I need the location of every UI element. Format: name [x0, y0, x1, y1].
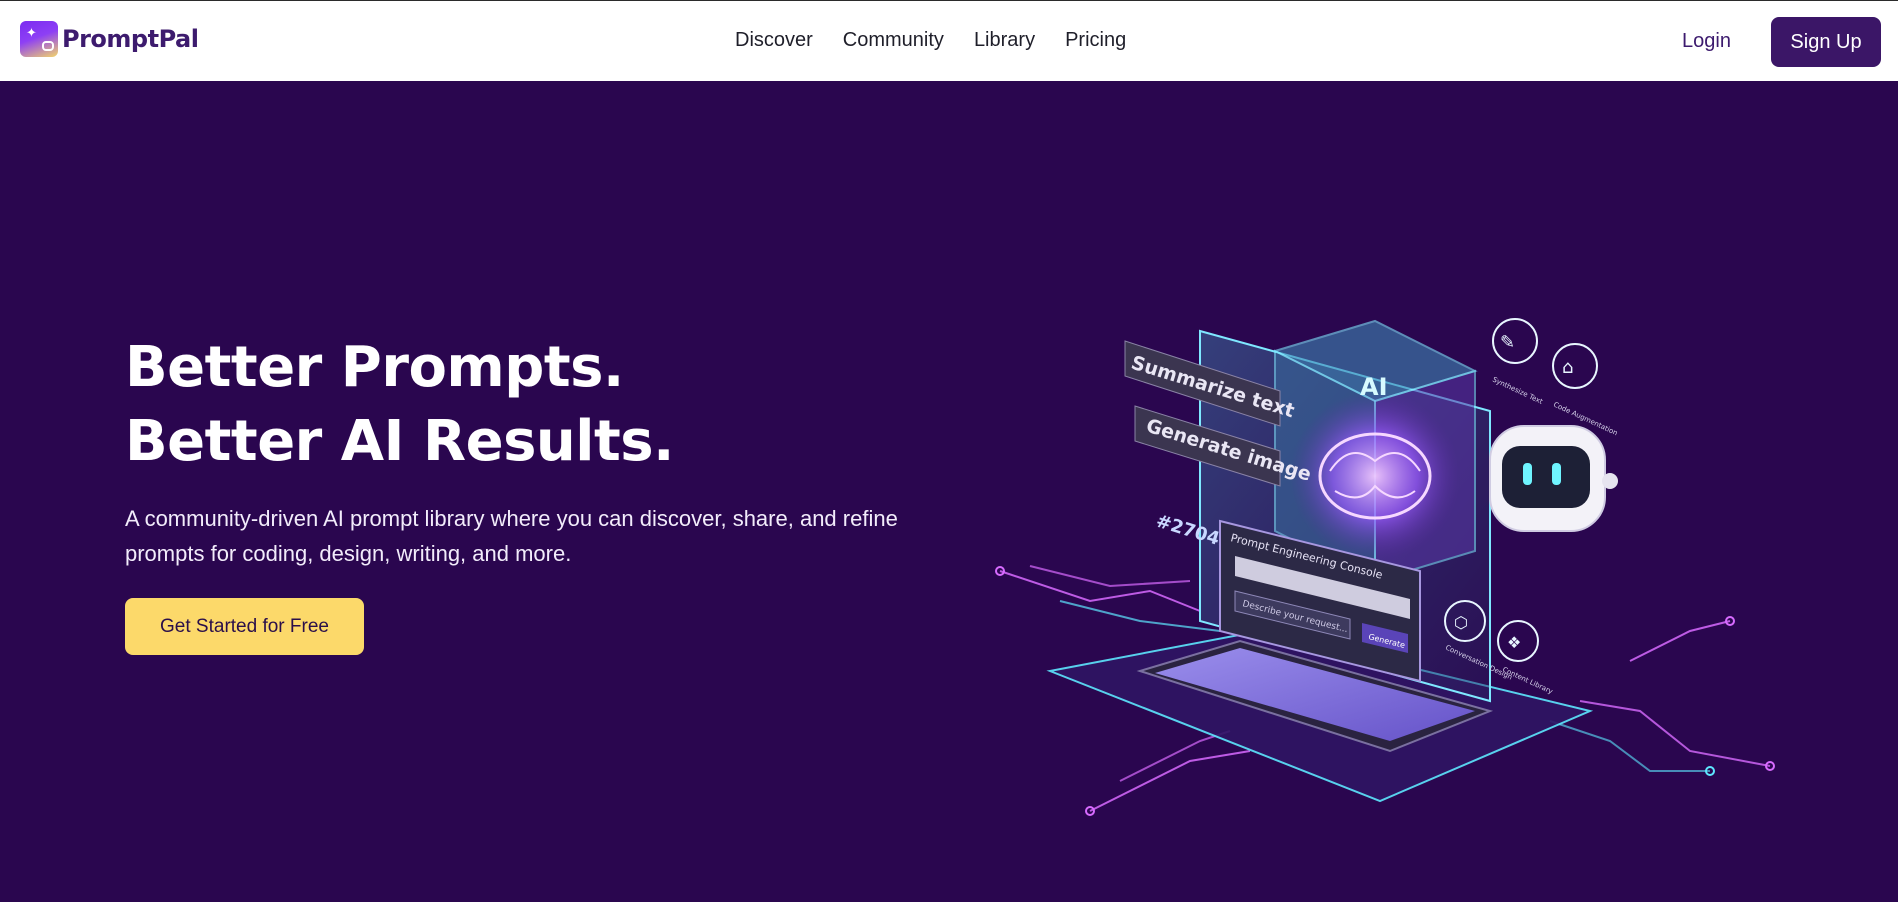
- brand-name: PromptPal: [62, 25, 199, 53]
- badge-code-augmentation: ⌂ Code Augmentation: [1552, 343, 1619, 437]
- nav-library-link[interactable]: Library: [974, 29, 1035, 52]
- login-link[interactable]: Login: [1682, 30, 1731, 53]
- hero-subtitle-line-2: prompts for coding, design, writing, and…: [125, 541, 572, 566]
- svg-text:⬡: ⬡: [1454, 613, 1468, 632]
- svg-text:❖: ❖: [1507, 633, 1521, 652]
- hero-illustration: AI Summarize text Generate image #27045 …: [995, 318, 1775, 816]
- hero-subtitle-line-1: A community-driven AI prompt library whe…: [125, 506, 898, 531]
- nav-pricing-link[interactable]: Pricing: [1065, 29, 1126, 52]
- hero-subtitle: A community-driven AI prompt library whe…: [125, 501, 945, 571]
- promptpal-logo-icon: ✦: [20, 21, 58, 57]
- hero-title: Better Prompts. Better AI Results.: [125, 331, 674, 479]
- nav-discover-link[interactable]: Discover: [735, 29, 813, 52]
- ai-cube-label: AI: [1360, 373, 1388, 401]
- main-nav: Discover Community Library Pricing: [735, 29, 1126, 52]
- brand-logo[interactable]: ✦ PromptPal: [20, 21, 199, 57]
- hero-section: Better Prompts. Better AI Results. A com…: [0, 81, 1898, 902]
- badge-content-library: ❖ Content Library: [1497, 620, 1554, 696]
- svg-text:✎: ✎: [1500, 332, 1515, 353]
- nav-community-link[interactable]: Community: [843, 29, 944, 52]
- sign-up-button[interactable]: Sign Up: [1771, 17, 1881, 67]
- svg-text:Synthesize Text: Synthesize Text: [1491, 376, 1544, 406]
- svg-text:⌂: ⌂: [1562, 357, 1573, 378]
- hero-title-line-2: Better AI Results.: [125, 409, 674, 474]
- brain-glow: [1290, 391, 1460, 561]
- hero-title-line-1: Better Prompts.: [125, 335, 624, 400]
- get-started-button[interactable]: Get Started for Free: [125, 598, 364, 655]
- robot-icon: [1489, 425, 1618, 532]
- top-navigation-bar: ✦ PromptPal Discover Community Library P…: [0, 0, 1898, 81]
- badge-synthesize-text: ✎ Synthesize Text: [1491, 318, 1544, 406]
